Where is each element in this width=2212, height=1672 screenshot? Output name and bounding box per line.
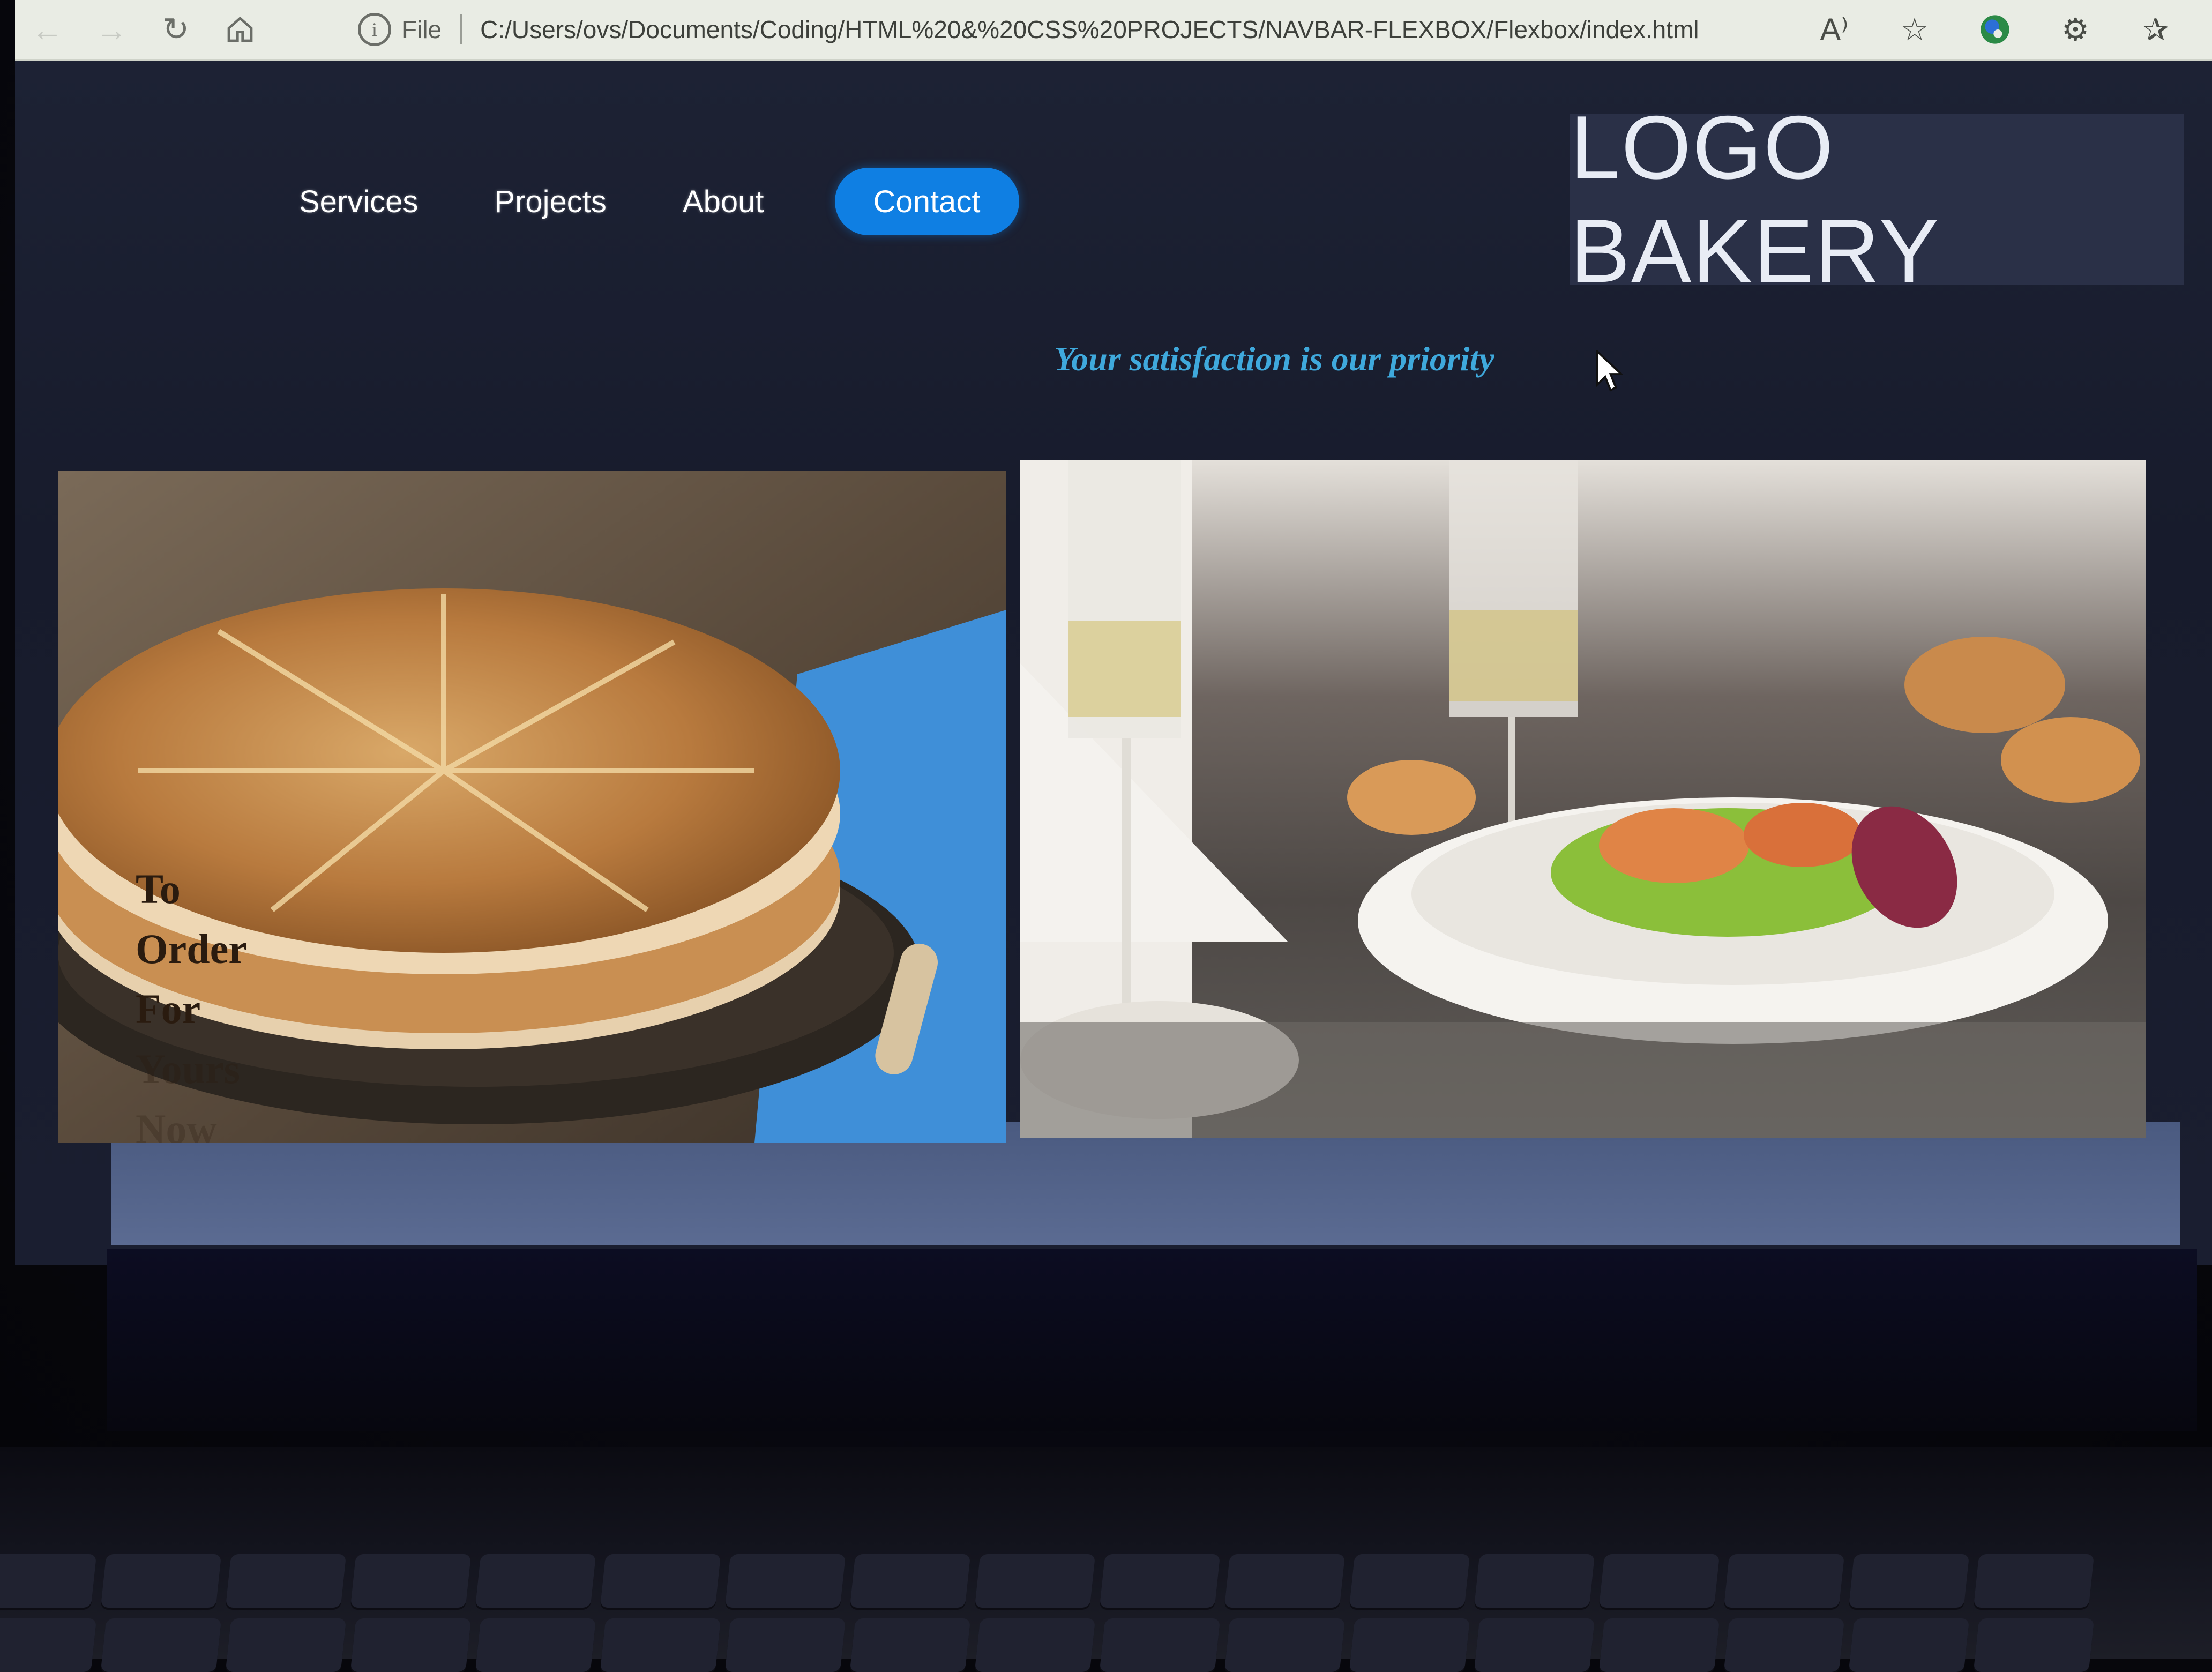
collections-icon[interactable]: ▣ [2207, 0, 2212, 59]
key [100, 1554, 222, 1608]
address-divider [460, 14, 462, 44]
overlay-line-1: To [136, 865, 181, 912]
key [225, 1618, 347, 1672]
key [1723, 1618, 1845, 1672]
address-scheme-label: File [402, 16, 442, 43]
favorites-icon[interactable]: ✰ [2126, 0, 2185, 59]
back-icon[interactable]: ← [15, 0, 79, 59]
key [350, 1554, 472, 1608]
key [1474, 1618, 1595, 1672]
key [974, 1554, 1096, 1608]
key [724, 1554, 846, 1608]
key [100, 1618, 222, 1672]
key [1973, 1618, 2095, 1672]
key [225, 1554, 347, 1608]
key [1723, 1554, 1845, 1608]
nav-link-services[interactable]: Services [299, 184, 418, 220]
key [1848, 1554, 1970, 1608]
read-aloud-icon[interactable]: A⁾ [1805, 0, 1864, 59]
laptop-keyboard [0, 1447, 2212, 1672]
number-key-row [0, 1618, 2095, 1672]
edge-icon[interactable] [1966, 0, 2024, 59]
key [0, 1554, 97, 1608]
key [1224, 1554, 1346, 1608]
key [1598, 1618, 1720, 1672]
key [475, 1618, 596, 1672]
key [1099, 1618, 1221, 1672]
key [1099, 1554, 1221, 1608]
key [350, 1618, 472, 1672]
overlay-line-4: Yours [136, 1046, 241, 1092]
reload-icon[interactable]: ↻ [144, 0, 208, 59]
browser-toolbar: ← → ↻ i File C:/Users/ovs/Documents/Codi… [15, 0, 2212, 61]
site-logo[interactable]: LOGO BAKERY [1570, 97, 2184, 301]
key [724, 1618, 846, 1672]
key [475, 1554, 596, 1608]
function-key-row [0, 1554, 2095, 1608]
key [1349, 1618, 1470, 1672]
bread-overlay-text: To Order For Yours Now [136, 859, 247, 1143]
screen-lower-bezel [107, 1249, 2197, 1431]
web-page: Services Projects About Contact LOGO BAK… [15, 61, 2212, 1265]
overlay-line-3: For [136, 986, 201, 1032]
key [600, 1554, 721, 1608]
key [1598, 1554, 1720, 1608]
key [1224, 1618, 1346, 1672]
key [849, 1554, 971, 1608]
home-icon[interactable] [208, 0, 272, 59]
site-info-icon[interactable]: i [358, 13, 391, 46]
address-bar[interactable]: i File C:/Users/ovs/Documents/Coding/HTM… [358, 0, 1751, 59]
key [600, 1618, 721, 1672]
overlay-line-5: Now [136, 1106, 217, 1143]
extensions-icon[interactable]: ⚙ [2046, 0, 2105, 59]
add-favorite-icon[interactable]: ☆ [1885, 0, 1944, 59]
toolbar-right-icons: A⁾ ☆ ⚙ ✰ ▣ [1805, 0, 2212, 59]
browser-window: ← → ↻ i File C:/Users/ovs/Documents/Codi… [15, 0, 2212, 1265]
key [1474, 1554, 1595, 1608]
key [974, 1618, 1096, 1672]
dinner-table-image [1020, 460, 2146, 1138]
key [1349, 1554, 1470, 1608]
mouse-cursor-icon [1596, 350, 1623, 392]
address-url[interactable]: C:/Users/ovs/Documents/Coding/HTML%20&%2… [480, 15, 1699, 44]
nav-link-projects[interactable]: Projects [494, 184, 607, 220]
contact-button[interactable]: Contact [834, 168, 1019, 235]
bread-image: To Order For Yours Now [58, 471, 1006, 1143]
key [0, 1618, 97, 1672]
key [1848, 1618, 1970, 1672]
key [1973, 1554, 2095, 1608]
forward-icon[interactable]: → [79, 0, 144, 59]
main-nav: Services Projects About Contact [299, 168, 1019, 235]
nav-link-about[interactable]: About [683, 184, 764, 220]
overlay-line-2: Order [136, 925, 247, 972]
key [849, 1618, 971, 1672]
tagline: Your satisfaction is our priority [1054, 340, 1494, 378]
